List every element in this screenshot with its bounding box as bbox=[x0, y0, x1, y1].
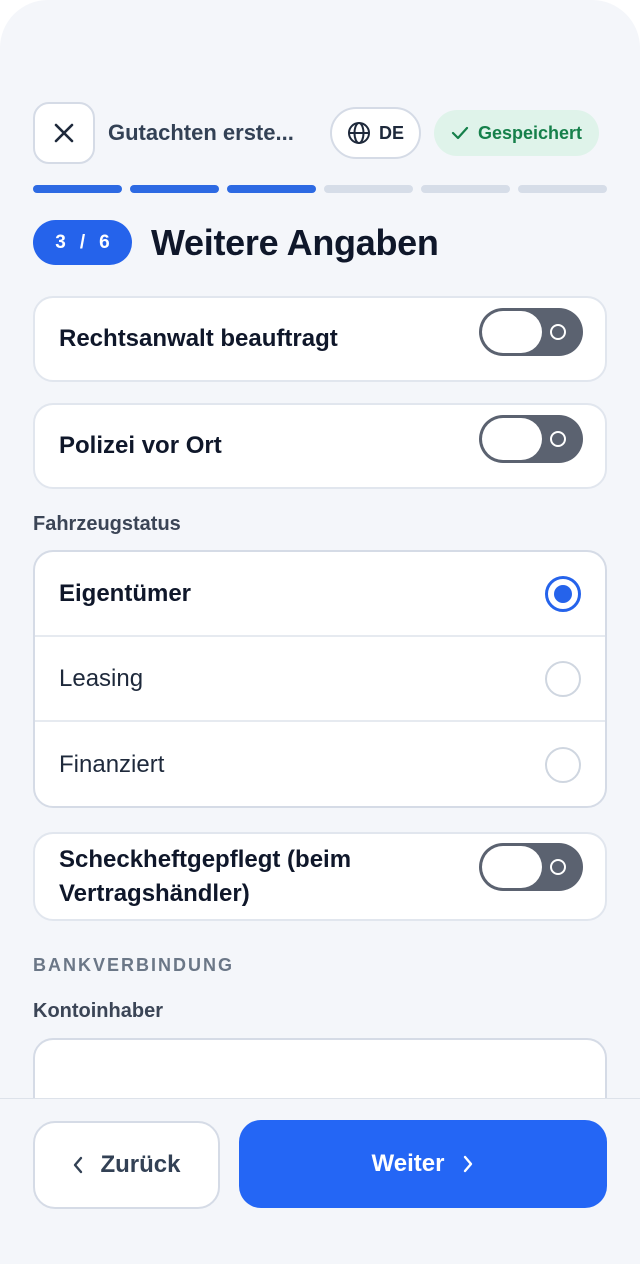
step-heading: 3 / 6 Weitere Angaben bbox=[33, 220, 439, 265]
toggle-off-indicator bbox=[550, 324, 566, 340]
radio-option-label: Leasing bbox=[59, 664, 144, 692]
progress-segment bbox=[130, 185, 219, 193]
step-total: 6 bbox=[99, 231, 110, 253]
saved-status-badge: Gespeichert bbox=[434, 110, 600, 156]
header: Gutachten erste... DE Gespeichert bbox=[33, 102, 607, 164]
vehicle-status-label: Fahrzeugstatus bbox=[33, 513, 181, 535]
back-button[interactable]: Zurück bbox=[33, 1121, 220, 1209]
next-button[interactable]: Weiter bbox=[239, 1120, 607, 1208]
check-icon bbox=[451, 126, 469, 140]
service-history-toggle-card[interactable]: Scheckheftgepflegt (beim Vertragshändler… bbox=[33, 832, 607, 921]
progress-segment bbox=[518, 185, 607, 193]
toggle-off-indicator bbox=[550, 859, 566, 875]
radio-button[interactable] bbox=[545, 746, 581, 783]
language-button[interactable]: DE bbox=[330, 107, 421, 159]
progress-segment bbox=[33, 185, 122, 193]
radio-button[interactable] bbox=[545, 660, 581, 697]
vehicle-status-radio-group: Eigentümer Leasing Finanziert bbox=[33, 550, 607, 808]
step-separator: / bbox=[79, 231, 86, 253]
saved-label: Gespeichert bbox=[478, 122, 583, 143]
footer-bar: Zurück Weiter bbox=[0, 1098, 640, 1264]
account-holder-label: Kontoinhaber bbox=[33, 1000, 163, 1022]
chevron-left-icon bbox=[74, 1156, 83, 1174]
radio-button-checked[interactable] bbox=[545, 575, 581, 612]
close-icon bbox=[54, 123, 74, 143]
service-history-toggle[interactable] bbox=[479, 843, 583, 891]
bank-section-heading: BANKVERBINDUNG bbox=[33, 955, 235, 975]
toggle-knob bbox=[482, 418, 542, 460]
radio-option-financed[interactable]: Finanziert bbox=[35, 722, 605, 806]
police-toggle[interactable] bbox=[479, 415, 583, 463]
radio-option-owner[interactable]: Eigentümer bbox=[35, 552, 605, 637]
step-title: Weitere Angaben bbox=[151, 221, 439, 263]
app-screen: Gutachten erste... DE Gespeichert 3 / 6 … bbox=[0, 0, 640, 1264]
toggle-knob bbox=[482, 846, 542, 888]
language-label: DE bbox=[378, 122, 404, 143]
toggle-off-indicator bbox=[550, 431, 566, 447]
lawyer-toggle-card[interactable]: Rechtsanwalt beauftragt bbox=[33, 296, 607, 382]
progress-segment bbox=[324, 185, 413, 193]
step-counter-badge: 3 / 6 bbox=[33, 220, 132, 265]
chevron-right-icon bbox=[464, 1155, 473, 1173]
radio-option-label: Eigentümer bbox=[59, 579, 192, 607]
back-button-label: Zurück bbox=[100, 1151, 181, 1178]
radio-option-label: Finanziert bbox=[59, 750, 165, 778]
step-current: 3 bbox=[55, 231, 66, 253]
police-toggle-card[interactable]: Polizei vor Ort bbox=[33, 403, 607, 489]
globe-icon bbox=[347, 122, 370, 144]
progress-segment bbox=[421, 185, 510, 193]
page-title: Gutachten erste... bbox=[108, 120, 294, 145]
close-button[interactable] bbox=[33, 102, 95, 164]
lawyer-toggle[interactable] bbox=[479, 308, 583, 356]
next-button-label: Weiter bbox=[371, 1150, 445, 1177]
step-progress bbox=[33, 185, 607, 193]
progress-segment bbox=[227, 185, 316, 193]
radio-option-leasing[interactable]: Leasing bbox=[35, 637, 605, 722]
toggle-knob bbox=[482, 311, 542, 353]
